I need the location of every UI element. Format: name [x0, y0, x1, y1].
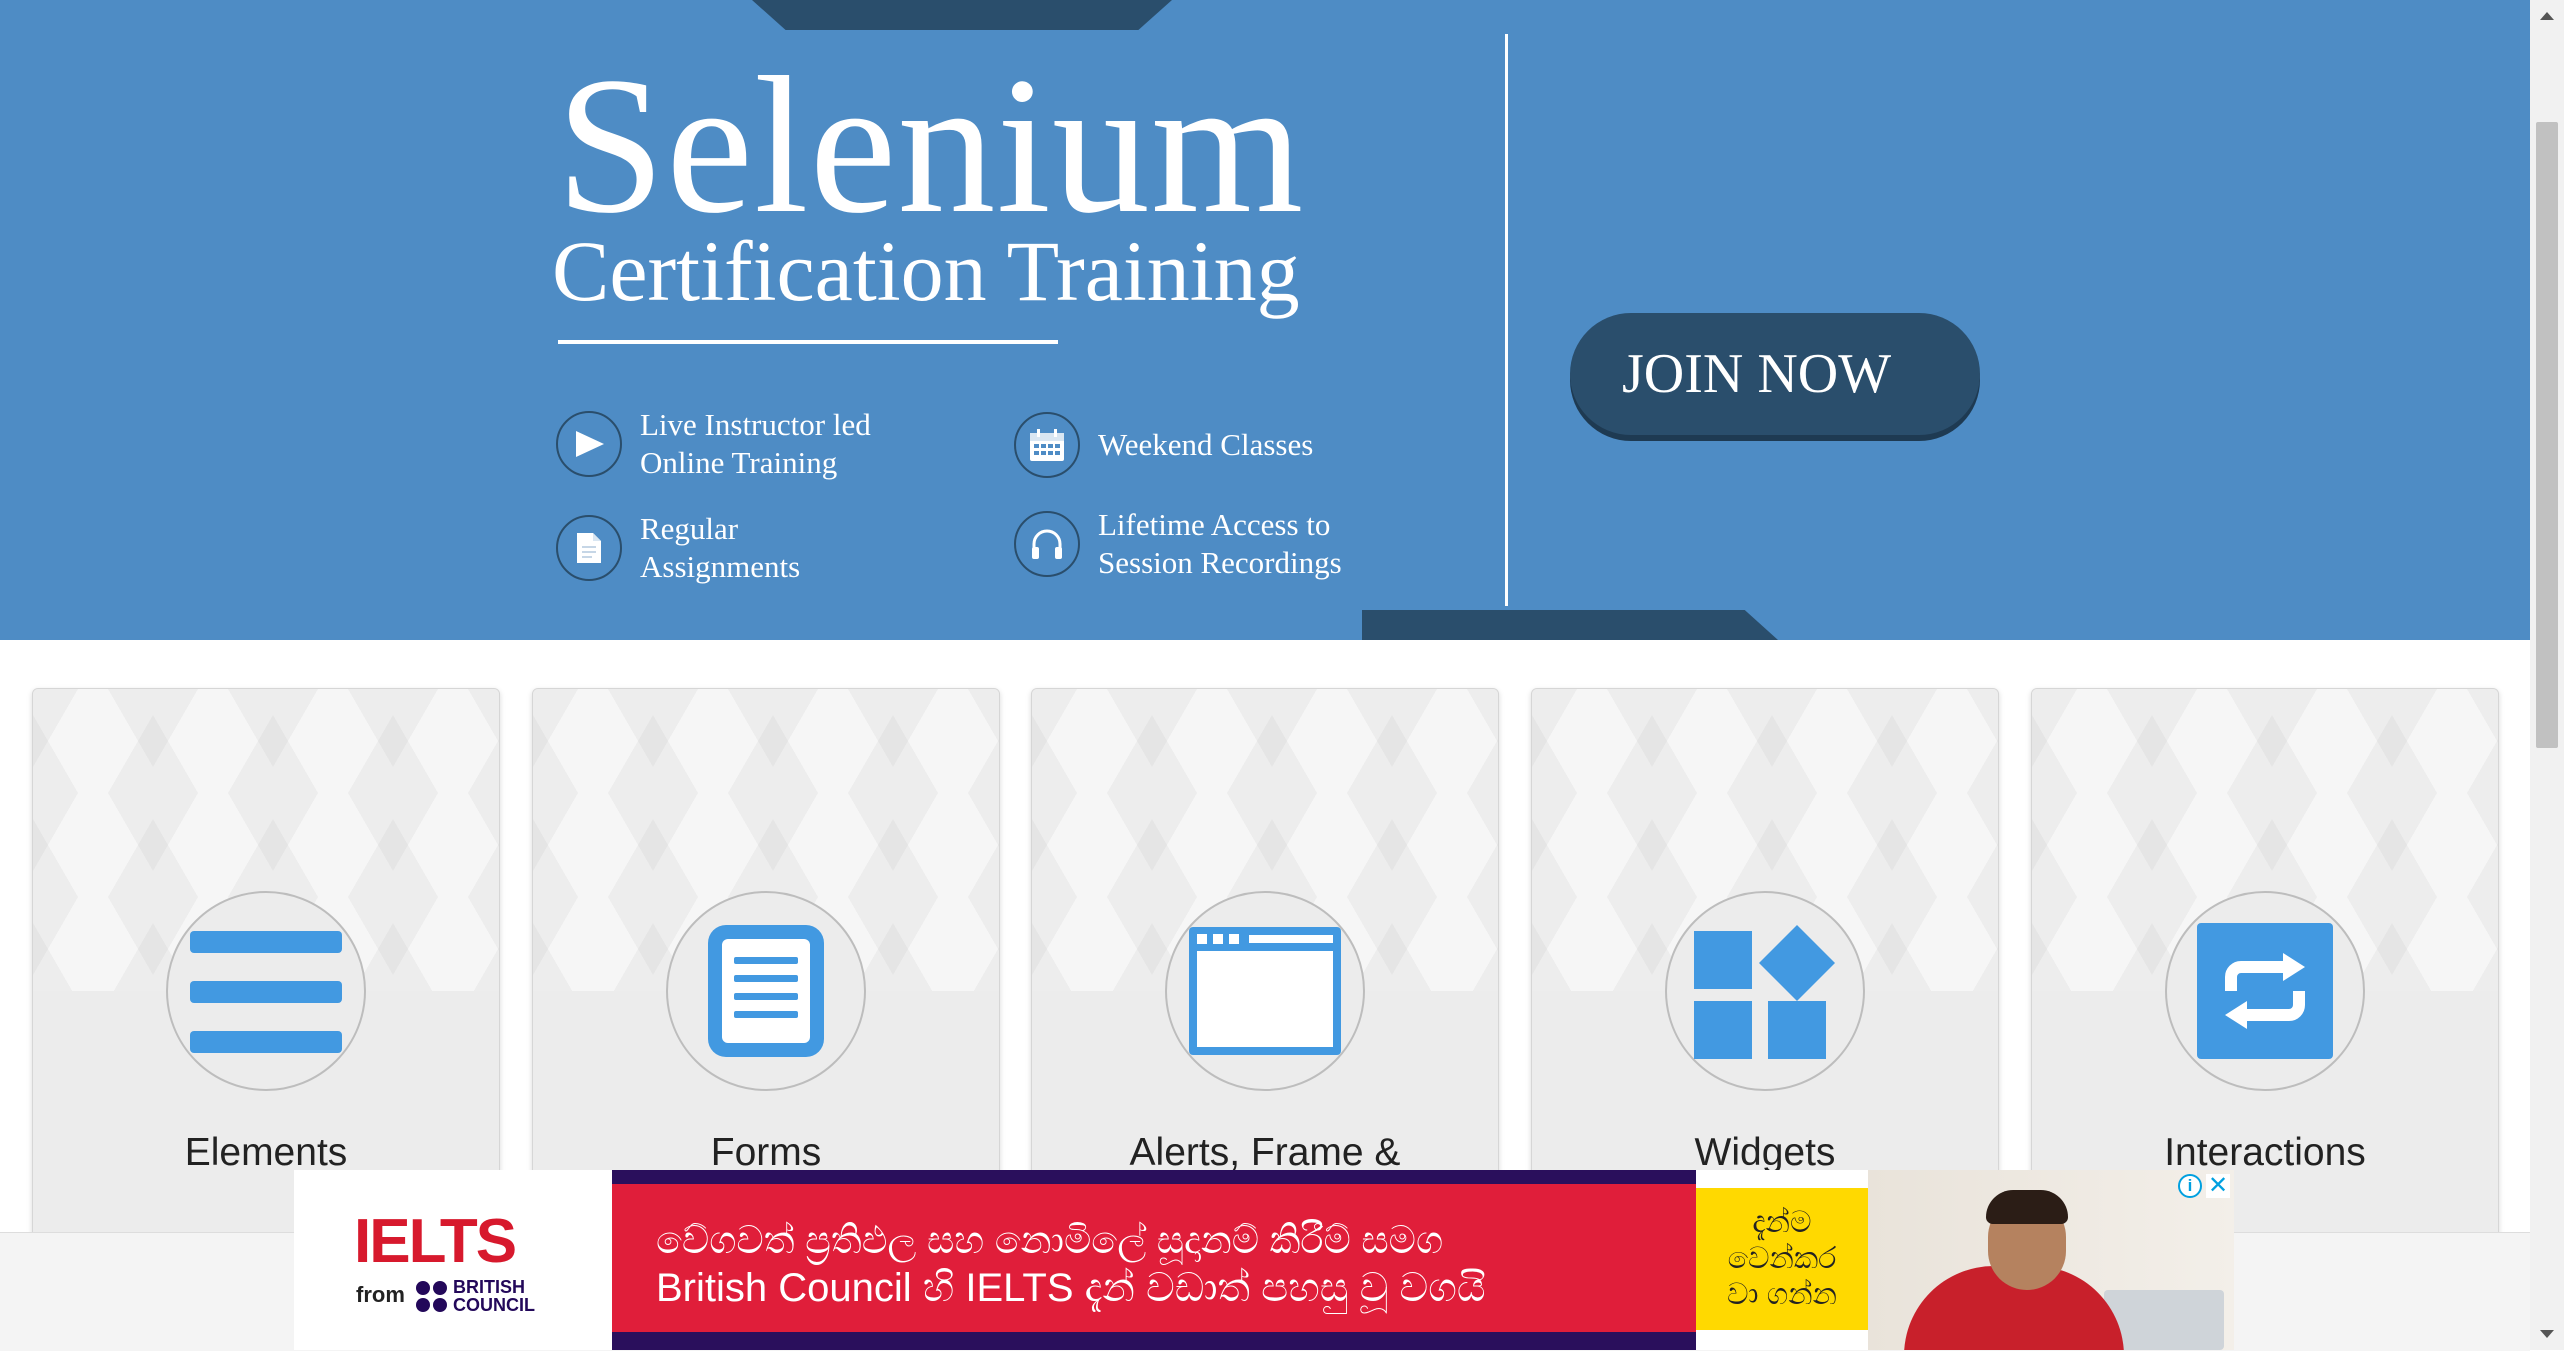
selenium-training-banner[interactable]: Selenium Certification Training Live Ins…: [0, 0, 2530, 640]
feature-label: Lifetime Access to: [1098, 507, 1331, 542]
feature-assignments: Regular Assignments: [556, 510, 800, 586]
play-icon: [556, 411, 622, 477]
banner-underline: [558, 340, 1058, 344]
feature-label: Live Instructor led: [640, 407, 871, 442]
headphones-icon: [1014, 511, 1080, 577]
feature-label: Weekend Classes: [1098, 427, 1314, 462]
card-avatar: [2165, 891, 2365, 1091]
vertical-scrollbar[interactable]: [2530, 0, 2564, 1350]
card-widgets[interactable]: Widgets: [1531, 688, 1999, 1250]
partner-line: BRITISH: [453, 1277, 525, 1297]
partner-line: COUNCIL: [453, 1295, 535, 1315]
browser-window-icon: [1189, 927, 1341, 1055]
banner-decoration-top: [752, 0, 1172, 30]
feature-lifetime-access: Lifetime Access to Session Recordings: [1014, 506, 1342, 582]
ielts-logo: IELTS: [354, 1207, 517, 1276]
card-avatar: [1665, 891, 1865, 1091]
scrollbar-thumb[interactable]: [2536, 122, 2558, 748]
scroll-up-arrow-icon[interactable]: [2540, 12, 2554, 20]
repeat-arrows-icon: [2197, 923, 2333, 1059]
feature-label: Regular: [640, 511, 739, 546]
join-now-button[interactable]: JOIN NOW: [1570, 313, 1980, 435]
ad-cta-line: දැන්ම: [1752, 1206, 1812, 1239]
ad-headline-line: British Council හි IELTS දැන් වඩාත් පහසු…: [656, 1266, 1486, 1310]
feature-label: Session Recordings: [1098, 545, 1342, 580]
ad-close-icon[interactable]: ✕: [2206, 1174, 2230, 1198]
widgets-grid-icon: [1694, 925, 1835, 1059]
ad-logo-panel: IELTS from BRITISH COUNCIL: [294, 1170, 612, 1350]
calendar-icon: [1014, 412, 1080, 478]
hamburger-list-icon: [190, 931, 342, 1053]
feature-label: Online Training: [640, 445, 838, 480]
banner-subtitle: Certification Training: [552, 223, 1300, 319]
ielts-advertisement[interactable]: IELTS from BRITISH COUNCIL වේගවත් ප්‍රති…: [294, 1170, 2234, 1350]
card-forms[interactable]: Forms: [532, 688, 1000, 1250]
feature-label: Assignments: [640, 549, 801, 584]
card-avatar: [166, 891, 366, 1091]
ad-headline-panel: වේගවත් ප්‍රතිඵල සහ නොමිලේ සූදානම් කිරීම්…: [612, 1170, 1696, 1350]
card-alerts-frame-windows[interactable]: Alerts, Frame &: [1031, 688, 1499, 1250]
ad-headline-line: වේගවත් ප්‍රතිඵල සහ නොමිලේ සූදානම් කිරීම්…: [656, 1220, 1444, 1262]
card-title: Forms: [710, 1131, 822, 1174]
banner-decoration-bottom: [1362, 610, 1778, 640]
feature-live-training: Live Instructor led Online Training: [556, 406, 871, 482]
british-council-logo: BRITISH COUNCIL: [416, 1278, 535, 1314]
banner-divider: [1505, 34, 1508, 606]
ad-info-icon[interactable]: i: [2178, 1174, 2202, 1198]
ad-from-label: from: [356, 1282, 405, 1307]
ad-cta-line: වෙන්කර: [1727, 1242, 1837, 1275]
scroll-down-arrow-icon[interactable]: [2540, 1330, 2554, 1338]
banner-title: Selenium: [556, 37, 1305, 254]
ad-cta-line: වා ගන්න: [1727, 1278, 1837, 1311]
card-title: Elements: [184, 1131, 348, 1174]
british-council-dots-icon: [416, 1280, 447, 1312]
feature-weekend-classes: Weekend Classes: [1014, 412, 1313, 478]
form-document-icon: [708, 925, 824, 1057]
ad-cta-button[interactable]: දැන්ම වෙන්කර වා ගන්න: [1696, 1188, 1868, 1330]
card-title: Interactions: [2164, 1131, 2366, 1174]
document-icon: [556, 515, 622, 581]
card-title: Widgets: [1694, 1131, 1836, 1174]
ad-photo: [1868, 1170, 2234, 1350]
card-elements[interactable]: Elements: [32, 688, 500, 1250]
card-avatar: [1165, 891, 1365, 1091]
card-avatar: [666, 891, 866, 1091]
card-title: Alerts, Frame &: [1129, 1131, 1401, 1174]
card-interactions[interactable]: Interactions: [2031, 688, 2499, 1250]
